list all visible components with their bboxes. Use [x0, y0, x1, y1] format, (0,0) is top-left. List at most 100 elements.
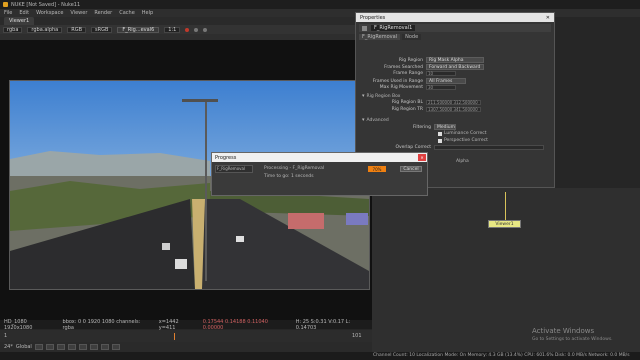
dialog-title-bar: Progress ✕ [212, 153, 427, 162]
viewer-toolbar: rgba rgba.alpha RGB sRGB F_Rig...eval6 1… [0, 25, 355, 34]
menu-viewer[interactable]: Viewer [70, 10, 87, 16]
menu-help[interactable]: Help [142, 10, 153, 16]
collapse-icon[interactable]: ▾ [362, 117, 365, 123]
node-connection [505, 192, 506, 220]
properties-title-bar: Properties ✕ [356, 13, 554, 22]
luminance-checkbox[interactable] [438, 131, 442, 136]
input-a-select[interactable]: F_Rig...eval6 [117, 26, 160, 33]
status-text: Channel Count: 10 Localization Mode: On … [373, 353, 630, 358]
rig-bl-input[interactable]: 211.500000 312.500000 [426, 100, 481, 105]
menu-workspace[interactable]: Workspace [36, 10, 63, 16]
status-bar: Channel Count: 10 Localization Mode: On … [0, 352, 640, 360]
title-bar: NUKE [Not Saved] - Nuke11 [0, 0, 640, 9]
play-backward-button[interactable] [67, 344, 76, 350]
properties-title: Properties [360, 14, 386, 21]
close-icon[interactable]: ✕ [418, 154, 426, 161]
timeline-start: 1 [4, 333, 8, 339]
frame-range-input[interactable]: 10 [426, 71, 456, 76]
hsv-info: H: 25 S:0.31 V:0.17 L: 0.14703 [295, 318, 351, 331]
rig-tr-row: Rig Region TR 1307.50000 341.500000 [366, 107, 481, 112]
tab-node[interactable]: Node [402, 34, 422, 40]
alpha-row: Alpha [456, 159, 469, 164]
first-frame-button[interactable] [34, 344, 43, 350]
menu-cache[interactable]: Cache [119, 10, 135, 16]
collapse-icon[interactable]: ▾ [362, 93, 365, 99]
next-frame-button[interactable] [89, 344, 98, 350]
fps-field[interactable]: 24* [4, 344, 13, 350]
tab-f-rigremoval[interactable]: F_RigRemoval [359, 34, 401, 40]
rig-tr-label: Rig Region TR [391, 107, 423, 112]
frame-range-row: Frame Range 10 [366, 71, 456, 76]
timeline-end: 101 [352, 333, 362, 339]
rig-bl-row: Rig Region BL 211.500000 312.500000 [366, 100, 481, 105]
max-rig-label: Max Rig Movement [379, 85, 423, 90]
perspective-row: Perspective Correct [438, 138, 488, 143]
rig-region-label: Rig Region [398, 57, 423, 63]
menu-render[interactable]: Render [94, 10, 112, 16]
advanced-label: Advanced [366, 117, 389, 123]
viewer-node[interactable]: Viewer1 [488, 220, 521, 228]
prev-frame-button[interactable] [56, 344, 65, 350]
luminance-label: Luminance Correct [444, 131, 487, 136]
node-graph[interactable] [372, 188, 640, 352]
progress-dialog: Progress ✕ F_RigRemoval Processing - F_R… [211, 152, 428, 196]
frames-used-select[interactable]: All Frames [426, 78, 466, 84]
progress-bar: 70% [368, 166, 386, 172]
play-forward-button[interactable] [78, 344, 87, 350]
frames-searched-row: Frames Searched Forward and Backward [366, 64, 484, 70]
playback-controls: 24* Global [0, 342, 372, 352]
window-title: NUKE [Not Saved] - Nuke11 [11, 1, 81, 8]
node-name-field[interactable]: F_RigRemoval1 [371, 25, 416, 31]
dialog-node-label: F_RigRemoval [215, 165, 253, 173]
last-frame-button[interactable] [111, 344, 120, 350]
frames-used-label: Frames Used in Range [372, 78, 423, 84]
channels-select[interactable]: rgba [3, 26, 23, 33]
camera-icon[interactable] [203, 27, 208, 32]
prev-key-button[interactable] [45, 344, 54, 350]
pixel-color: 0.17544 0.14188 0.11040 0.00000 [202, 318, 268, 331]
menu-edit[interactable]: Edit [19, 10, 29, 16]
perspective-checkbox[interactable] [438, 138, 442, 143]
menu-file[interactable]: File [4, 10, 12, 16]
nuke-logo-icon [3, 2, 8, 7]
frames-searched-label: Frames Searched [384, 64, 423, 70]
close-icon[interactable]: ✕ [546, 15, 554, 21]
filtering-row: Filtering Medium [374, 124, 456, 130]
colorspace-select[interactable]: RGB [67, 26, 87, 33]
cancel-button[interactable]: Cancel [400, 166, 422, 172]
frames-searched-select[interactable]: Forward and Backward [426, 64, 484, 70]
bbox-info: bbox: 0 0 1920 1080 channels: rgba [62, 318, 141, 331]
filtering-label: Filtering [412, 124, 431, 130]
overlap-row: Overlap Correct [374, 145, 544, 150]
processing-text: Processing - F_RigRemoval [264, 166, 325, 171]
max-rig-input[interactable]: 30 [426, 85, 456, 90]
rig-region-row: Rig Region Rig Mask Alpha [366, 57, 484, 63]
lut-select[interactable]: sRGB [91, 26, 113, 33]
rig-bl-label: Rig Region BL [391, 100, 423, 105]
props-tabs: F_RigRemoval Node [359, 34, 422, 40]
rig-region-select[interactable]: Rig Mask Alpha [426, 57, 484, 63]
rig-box-section[interactable]: ▾ Rig Region Box [362, 93, 400, 99]
overlap-label: Overlap Correct [395, 145, 431, 150]
format-info: HD_1080 1920x1080 [4, 318, 33, 331]
next-key-button[interactable] [100, 344, 109, 350]
perspective-label: Perspective Correct [444, 138, 488, 143]
cursor-coords: x=1442 y=411 [158, 318, 179, 331]
timeline[interactable]: 1 101 [0, 330, 372, 342]
advanced-section[interactable]: ▾ Advanced [362, 117, 389, 123]
zoom-select[interactable]: 1:1 [164, 26, 181, 33]
global-range[interactable]: Global [16, 344, 32, 350]
viewer-info-bar: HD_1080 1920x1080 bbox: 0 0 1920 1080 ch… [0, 318, 372, 331]
playhead[interactable] [174, 333, 175, 340]
frames-used-row: Frames Used in Range All Frames [366, 78, 466, 84]
overlap-slider[interactable] [434, 145, 544, 150]
watermark-subtitle: Go to Settings to activate Windows. [532, 337, 613, 342]
record-icon[interactable] [185, 27, 190, 32]
viewer-tab-bar: Viewer1 [0, 17, 355, 25]
rig-tr-input[interactable]: 1307.50000 341.500000 [426, 107, 481, 112]
tab-viewer1[interactable]: Viewer1 [4, 17, 35, 25]
filtering-select[interactable]: Medium [434, 124, 456, 130]
alpha-select[interactable]: rgba.alpha [27, 26, 63, 33]
node-color-icon[interactable] [362, 25, 367, 31]
settings-icon[interactable] [194, 27, 199, 32]
